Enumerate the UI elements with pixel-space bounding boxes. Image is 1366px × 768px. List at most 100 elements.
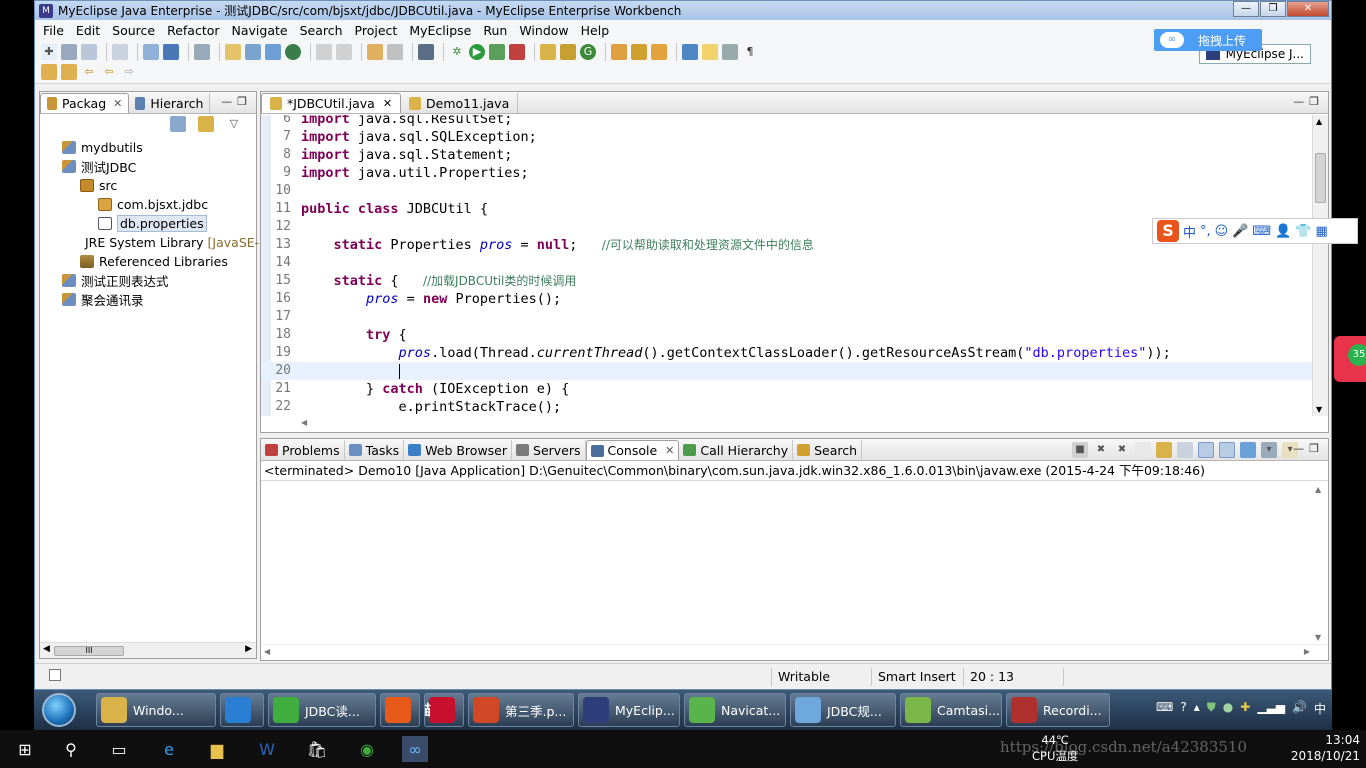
scroll-left-icon[interactable]: ◀ bbox=[301, 418, 307, 427]
next-annotation-icon[interactable] bbox=[41, 64, 57, 80]
scroll-up-icon[interactable]: ▲ bbox=[1315, 485, 1321, 494]
taskbar-button[interactable]: 淘 bbox=[380, 693, 420, 727]
code-line[interactable]: 9 import java.util.Properties; bbox=[261, 164, 1312, 182]
code-line[interactable]: 15 static { //加载JDBCUtil类的时候调用 bbox=[261, 272, 1312, 290]
user-icon[interactable]: 👤 bbox=[1275, 224, 1291, 239]
tab-problems[interactable]: Problems bbox=[261, 440, 345, 460]
wizard-icon[interactable] bbox=[225, 44, 241, 60]
emoji-icon[interactable]: ☺ bbox=[1215, 224, 1229, 239]
run-config-icon[interactable] bbox=[489, 44, 505, 60]
menu-window[interactable]: Window bbox=[513, 23, 574, 38]
globe-icon[interactable] bbox=[285, 44, 301, 60]
clear-console-icon[interactable] bbox=[1135, 442, 1151, 458]
taskbar-button[interactable] bbox=[220, 693, 264, 727]
taskbar-button[interactable]: Navicat... bbox=[684, 693, 786, 727]
maximize-button[interactable]: ❐ bbox=[1260, 1, 1286, 17]
taskbar-button[interactable]: Windo... bbox=[96, 693, 216, 727]
menu-project[interactable]: Project bbox=[349, 23, 404, 38]
back-icon[interactable]: ⇦ bbox=[101, 64, 117, 80]
code-line[interactable]: 20 bbox=[261, 362, 1312, 380]
image-icon[interactable] bbox=[367, 44, 383, 60]
skin-icon[interactable]: 👕 bbox=[1295, 224, 1311, 239]
fast-view-icon[interactable] bbox=[49, 669, 61, 681]
show-on-error-icon[interactable] bbox=[1219, 442, 1235, 458]
task-view-icon[interactable]: ▭ bbox=[106, 736, 132, 762]
annotation-icon[interactable] bbox=[682, 44, 698, 60]
code-line[interactable]: 6 import java.sql.ResultSet; bbox=[261, 115, 1312, 128]
new-class-icon[interactable]: G bbox=[580, 44, 596, 60]
scrollbar-thumb[interactable] bbox=[1315, 153, 1326, 203]
start-orb-icon[interactable] bbox=[42, 693, 76, 727]
code-line[interactable]: 17 bbox=[261, 308, 1312, 326]
open-type-icon[interactable] bbox=[163, 44, 179, 60]
tree-item[interactable]: 测试正则表达式 bbox=[40, 271, 256, 290]
view-minmax-icons[interactable]: —❐ bbox=[221, 95, 252, 108]
scroll-down-icon[interactable]: ▼ bbox=[1315, 633, 1321, 642]
terminate-icon[interactable]: ■ bbox=[1072, 442, 1088, 458]
monitor-icon[interactable] bbox=[418, 44, 434, 60]
toolbox-icon[interactable]: ▦ bbox=[1316, 224, 1328, 239]
ime-mode[interactable]: 中 bbox=[1183, 222, 1196, 241]
menu-refactor[interactable]: Refactor bbox=[161, 23, 225, 38]
close-tab-icon[interactable]: ✕ bbox=[113, 97, 122, 110]
taskbar-button[interactable]: Recordi... bbox=[1006, 693, 1110, 727]
tray-shield-icon[interactable]: ⛊ bbox=[1207, 700, 1216, 717]
baidu-netdisk-icon[interactable]: ∞ bbox=[402, 736, 428, 762]
tray-help-icon[interactable]: ? bbox=[1180, 700, 1186, 717]
search-toolbar-icon[interactable] bbox=[631, 44, 647, 60]
tray-plus-icon[interactable]: ✚ bbox=[1240, 700, 1250, 717]
tab-web-browser[interactable]: Web Browser bbox=[404, 440, 513, 460]
taskbar-button[interactable]: MyEclip... bbox=[578, 693, 680, 727]
tray-network-icon[interactable]: ▴ bbox=[1194, 700, 1200, 717]
word-wrap-icon[interactable] bbox=[1177, 442, 1193, 458]
code-line[interactable]: 19 pros.load(Thread.currentThread().getC… bbox=[261, 344, 1312, 362]
code-line[interactable]: 7 import java.sql.SQLException; bbox=[261, 128, 1312, 146]
tab-hierarchy[interactable]: Hierarch bbox=[129, 93, 211, 113]
windows-start-icon[interactable]: ⊞ bbox=[12, 736, 38, 762]
previous-annotation-icon[interactable] bbox=[61, 64, 77, 80]
open-folder-icon[interactable] bbox=[611, 44, 627, 60]
code-line[interactable]: 22 e.printStackTrace(); bbox=[261, 398, 1312, 416]
remove-launch-icon[interactable]: ✖ bbox=[1093, 442, 1109, 458]
title-bar[interactable]: M MyEclipse Java Enterprise - 测试JDBC/src… bbox=[35, 1, 1331, 20]
tray-ime[interactable]: 中 bbox=[1314, 700, 1326, 717]
tree-item[interactable]: 聚会通讯录 bbox=[40, 290, 256, 309]
code-area[interactable]: 6 import java.sql.ResultSet; 7 import java.… bbox=[261, 115, 1312, 416]
menu-help[interactable]: Help bbox=[575, 23, 616, 38]
scroll-down-icon[interactable]: ▼ bbox=[1316, 405, 1322, 414]
tab-console[interactable]: Console ✕ bbox=[585, 440, 680, 460]
server-icon[interactable] bbox=[112, 44, 128, 60]
explorer-horizontal-scrollbar[interactable]: ◀ III ▶ bbox=[40, 642, 256, 658]
taskbar-button[interactable]: 天猫 bbox=[424, 693, 464, 727]
scroll-up-icon[interactable]: ▲ bbox=[1316, 117, 1322, 126]
new-package-icon[interactable] bbox=[560, 44, 576, 60]
menu-myeclipse[interactable]: MyEclipse bbox=[403, 23, 477, 38]
close-tab-icon[interactable]: ✕ bbox=[383, 97, 392, 110]
menu-edit[interactable]: Edit bbox=[70, 23, 106, 38]
microphone-icon[interactable]: 🎤 bbox=[1232, 224, 1248, 239]
view-menu-icon[interactable]: ▽ bbox=[226, 116, 242, 132]
deploy-icon[interactable] bbox=[194, 44, 210, 60]
tree-item[interactable]: com.bjsxt.jdbc bbox=[40, 195, 256, 214]
display-console-icon[interactable]: ▾ bbox=[1261, 442, 1277, 458]
mark-occurrences-icon[interactable] bbox=[702, 44, 718, 60]
taskbar-button[interactable]: JDBC规... bbox=[790, 693, 896, 727]
remove-all-icon[interactable]: ✖ bbox=[1114, 442, 1130, 458]
menu-file[interactable]: File bbox=[37, 23, 70, 38]
menu-source[interactable]: Source bbox=[106, 23, 161, 38]
tab-demo11-java[interactable]: Demo11.java bbox=[401, 93, 519, 113]
tab-search[interactable]: Search bbox=[793, 440, 863, 460]
tab-call-hierarchy[interactable]: Call Hierarchy bbox=[679, 440, 794, 460]
store-icon[interactable]: 🛍 bbox=[304, 736, 330, 762]
upload-widget[interactable]: ∞ 拖拽上传 bbox=[1154, 29, 1262, 51]
show-whitespace-icon[interactable]: ¶ bbox=[742, 44, 758, 60]
scroll-left-icon[interactable]: ◀ bbox=[264, 647, 270, 656]
copy-icon[interactable] bbox=[336, 44, 352, 60]
browser-360-icon[interactable]: ◉ bbox=[354, 736, 380, 762]
cut-icon[interactable] bbox=[316, 44, 332, 60]
taskbar-button[interactable]: 第三季.p... bbox=[468, 693, 574, 727]
scroll-right-icon[interactable]: ▶ bbox=[245, 644, 252, 654]
scroll-right-icon[interactable]: ▶ bbox=[1304, 647, 1310, 656]
editor-horizontal-scrollbar[interactable]: ◀ bbox=[261, 416, 1312, 432]
tree-item[interactable]: Referenced Libraries bbox=[40, 252, 256, 271]
